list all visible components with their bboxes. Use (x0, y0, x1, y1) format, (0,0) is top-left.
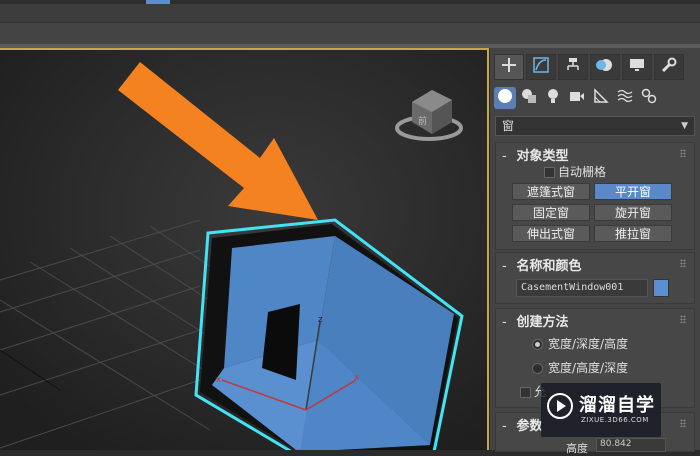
modify-tab[interactable] (526, 54, 556, 80)
object-type-header[interactable]: - 对象类型 (502, 145, 569, 164)
helpers-button[interactable] (590, 87, 612, 109)
viewport-scene: 前 z x x (0, 50, 487, 450)
allow-checkbox[interactable] (520, 387, 531, 398)
creation-method-title: 创建方法 (516, 315, 569, 330)
spacewarps-button[interactable] (614, 87, 636, 109)
gizmo-x-label-right: x (354, 373, 360, 383)
light-icon (545, 88, 561, 108)
autogrid-label: 自动栅格 (558, 165, 607, 179)
drag-handle-icon[interactable] (680, 149, 686, 157)
name-color-title: 名称和颜色 (516, 259, 582, 274)
motion-icon (596, 57, 614, 77)
spacewarp-icon (617, 88, 633, 108)
create-category-icons (494, 86, 699, 110)
creation-method-header[interactable]: - 创建方法 (502, 311, 569, 330)
option-width-depth-height: 宽度/深度/高度 (548, 337, 629, 351)
projected-window-button[interactable]: 伸出式窗 (512, 225, 590, 242)
drag-handle-icon[interactable] (680, 315, 686, 323)
sliding-window-button[interactable]: 推拉窗 (594, 225, 672, 242)
create-tab[interactable] (494, 54, 524, 80)
watermark-title: 溜溜自学 (579, 395, 655, 416)
curve-icon (533, 57, 549, 77)
perspective-viewport[interactable]: 前 z x x (0, 48, 489, 450)
drag-handle-icon[interactable] (680, 419, 686, 427)
viewcube-label: 前 (418, 115, 427, 127)
radio-width-depth-height[interactable] (532, 339, 543, 350)
name-color-header[interactable]: - 名称和颜色 (502, 255, 582, 274)
watermark: 溜溜自学 ZIXUE.3D66.COM (541, 383, 661, 437)
hierarchy-tab[interactable] (558, 54, 588, 80)
collapse-toggle: - (502, 315, 507, 330)
parameters-header[interactable]: - 参数 (502, 415, 543, 434)
helper-icon (593, 88, 609, 108)
play-logo-icon (547, 393, 573, 419)
object-color-swatch[interactable] (653, 279, 669, 297)
gizmo-z-label: z (318, 315, 323, 325)
display-tab[interactable] (622, 54, 652, 80)
geometry-button[interactable] (494, 87, 516, 109)
drag-handle-icon[interactable] (680, 259, 686, 267)
motion-tab[interactable] (590, 54, 620, 80)
radio-width-height-depth[interactable] (532, 363, 543, 374)
sphere-icon (497, 88, 513, 108)
command-panel-tabs (494, 54, 699, 80)
shapes-icon (521, 88, 537, 108)
object-type-title: 对象类型 (516, 149, 569, 164)
fixed-window-button[interactable]: 固定窗 (512, 204, 590, 221)
camera-icon (569, 88, 585, 108)
watermark-url: ZIXUE.3D66.COM (581, 416, 649, 424)
name-color-rollout: - 名称和颜色 CasementWindow001 (495, 252, 695, 304)
awning-window-button[interactable]: 遮篷式窗 (512, 183, 590, 200)
gizmo-x-label-left: x (216, 375, 222, 385)
autogrid-checkbox[interactable] (544, 167, 555, 178)
object-type-rollout: - 对象类型 自动栅格 遮篷式窗 平开窗 固定窗 旋开窗 伸出式窗 推拉窗 (495, 142, 695, 250)
option-width-height-depth: 宽度/高度/深度 (548, 361, 629, 375)
collapse-toggle: - (502, 149, 507, 164)
menu-strip (0, 0, 700, 4)
lights-button[interactable] (542, 87, 564, 109)
ribbon-strip (0, 22, 700, 45)
menu-selected-item[interactable] (146, 0, 170, 4)
wrench-icon (661, 57, 677, 77)
object-name-field[interactable]: CasementWindow001 (516, 279, 648, 297)
height-label: 高度 (566, 442, 588, 455)
utilities-tab[interactable] (654, 54, 684, 80)
top-toolbar (0, 0, 700, 48)
parameters-title: 参数 (516, 419, 543, 434)
hierarchy-icon (565, 57, 581, 77)
systems-icon (641, 88, 657, 108)
display-icon (629, 57, 645, 77)
collapse-toggle: - (502, 419, 507, 434)
category-dropdown[interactable]: 窗 ▼ (495, 116, 695, 136)
casement-window-button[interactable]: 平开窗 (594, 183, 672, 200)
cameras-button[interactable] (566, 87, 588, 109)
plus-icon (501, 57, 517, 77)
pivoted-window-button[interactable]: 旋开窗 (594, 204, 672, 221)
category-dropdown-value: 窗 (502, 119, 515, 133)
chevron-down-icon: ▼ (681, 121, 688, 131)
shapes-button[interactable] (518, 87, 540, 109)
collapse-toggle: - (502, 259, 507, 274)
systems-button[interactable] (638, 87, 660, 109)
